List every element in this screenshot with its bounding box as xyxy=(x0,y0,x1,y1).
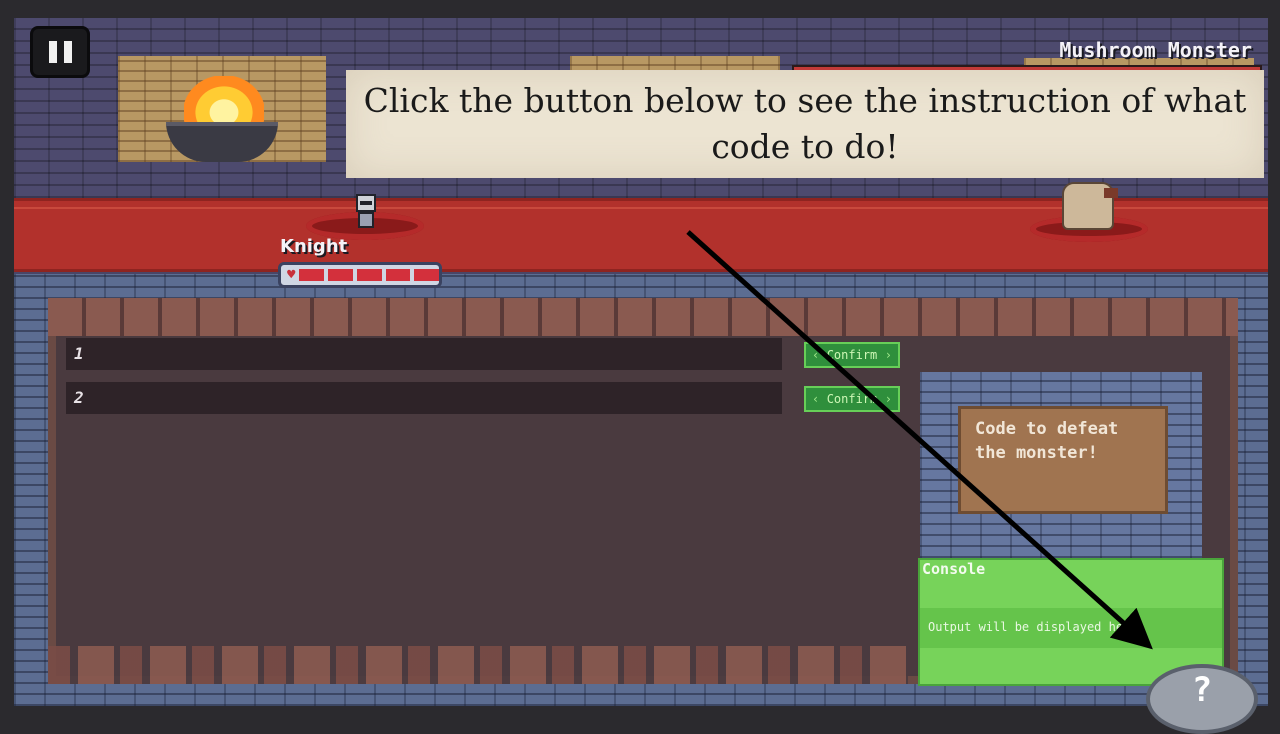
health-segment xyxy=(328,269,353,281)
heart-icon: ♥ xyxy=(287,267,296,283)
help-button[interactable]: ? xyxy=(1146,664,1258,734)
fire-icon xyxy=(184,76,264,128)
health-segment xyxy=(414,269,440,281)
line-number: 2 xyxy=(74,388,84,407)
console-output-area: Output will be displayed here. xyxy=(920,608,1222,648)
confirm-button[interactable]: Confirm xyxy=(804,342,900,368)
health-segment xyxy=(299,269,325,281)
code-line-2[interactable]: 2 xyxy=(66,382,782,414)
health-segment xyxy=(385,269,411,281)
console-title: Console xyxy=(922,560,986,578)
code-line-1[interactable]: 1 xyxy=(66,338,782,370)
hero-name: Knight xyxy=(280,236,348,257)
pause-icon xyxy=(63,41,72,63)
hint-scroll: Code to defeat the monster! xyxy=(958,406,1168,514)
editor-border xyxy=(48,298,1238,336)
pause-button[interactable] xyxy=(30,26,90,78)
knight-sprite xyxy=(352,194,380,230)
confirm-button[interactable]: Confirm xyxy=(804,386,900,412)
monster-name: Mushroom Monster xyxy=(1059,38,1252,62)
console-output: Output will be displayed here. xyxy=(928,620,1145,634)
mushroom-monster-sprite xyxy=(1054,178,1118,230)
instruction-banner: Click the button below to see the instru… xyxy=(346,70,1264,178)
line-number: 1 xyxy=(74,344,84,363)
pause-icon xyxy=(48,41,57,63)
health-segment xyxy=(356,269,382,281)
editor-border xyxy=(48,646,908,684)
hero-health-bar: ♥ xyxy=(278,262,442,288)
